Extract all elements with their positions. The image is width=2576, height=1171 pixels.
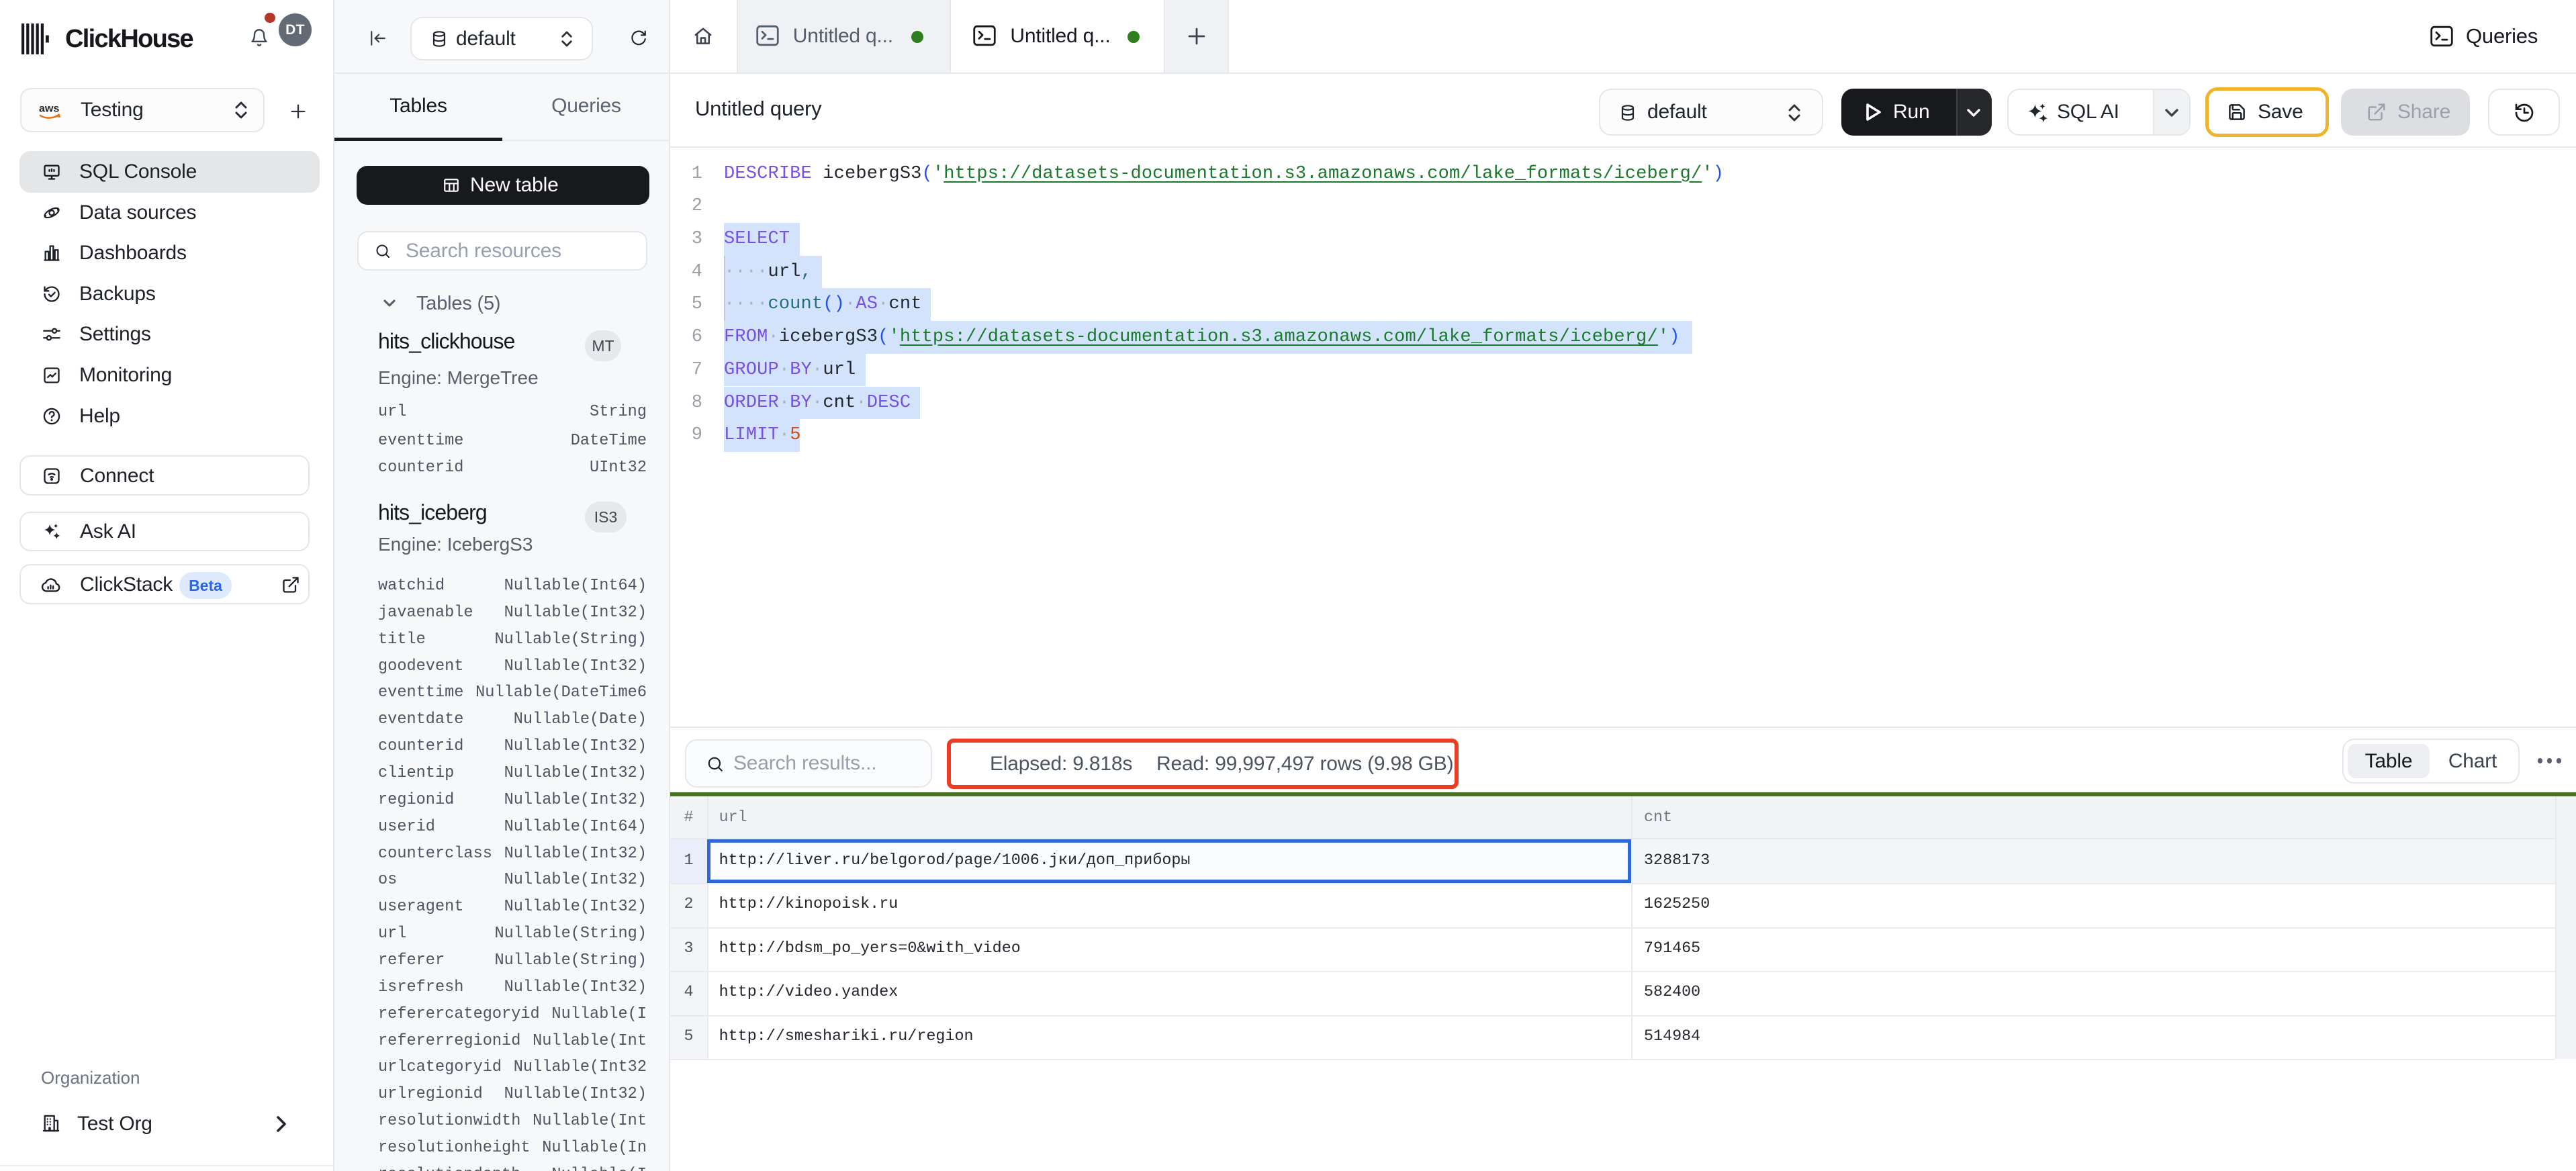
svg-text:aws: aws xyxy=(39,102,59,114)
